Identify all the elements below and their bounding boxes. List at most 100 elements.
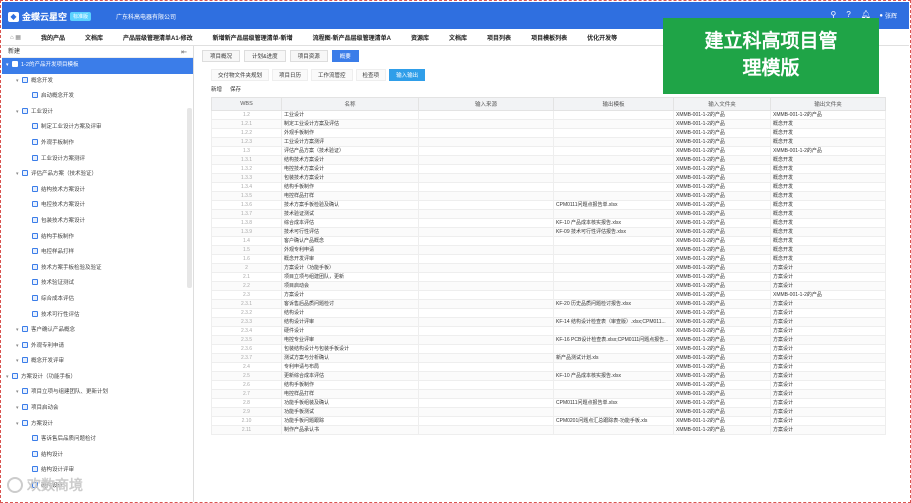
table-row[interactable]: 1.3.4 结构手板制作 XMMB-001-1-2的产品 概念开发 <box>211 182 886 192</box>
table-cell[interactable]: 方案设计 <box>770 407 886 417</box>
tree-item[interactable]: ▾ 外观专利申请 <box>2 339 193 355</box>
table-cell[interactable] <box>418 425 554 435</box>
table-row[interactable]: 1.2.3 工业设计方案测评 XMMB-001-1-2的产品 概念开发 <box>211 137 886 147</box>
tree-item[interactable]: 电控样品打样 <box>2 245 193 261</box>
table-row[interactable]: 2.3.1 客诉售后品质问题检讨 KF-20 历史品质问题检讨报告.xlsx XMMB… <box>211 299 886 309</box>
table-cell[interactable]: 1.5 <box>211 245 282 255</box>
table-cell[interactable]: 1.3 <box>211 146 282 156</box>
table-row[interactable]: 1.4 客户确认产品概念 XMMB-001-1-2的产品 概念开发 <box>211 236 886 246</box>
table-cell[interactable] <box>418 236 554 246</box>
table-cell[interactable]: 方案设计 <box>281 290 419 300</box>
table-cell[interactable] <box>553 146 674 156</box>
tab-primary[interactable]: 概要 <box>331 50 359 62</box>
table-cell[interactable]: XMMB-001-1-2的产品 <box>673 326 771 336</box>
table-cell[interactable] <box>553 236 674 246</box>
table-cell[interactable]: 评估产品方案（技术验证） <box>281 146 419 156</box>
table-cell[interactable]: 1.2.2 <box>211 128 282 138</box>
table-cell[interactable]: 电控样品打样 <box>281 389 419 399</box>
table-cell[interactable] <box>418 272 554 282</box>
tab-secondary[interactable]: 检查项 <box>355 69 387 81</box>
table-cell[interactable]: 测试方案与分析确认 <box>281 353 419 363</box>
table-row[interactable]: 1.3.5 电控样品打样 XMMB-001-1-2的产品 概念开发 <box>211 191 886 201</box>
table-cell[interactable]: 1.3.8 <box>211 218 282 228</box>
table-cell[interactable]: 2.3.5 <box>211 335 282 345</box>
table-cell[interactable]: XMMB-001-1-2的产品 <box>673 227 771 237</box>
table-cell[interactable]: 电控样品打样 <box>281 191 419 201</box>
table-cell[interactable] <box>418 398 554 408</box>
table-cell[interactable]: XMMB-001-1-2的产品 <box>673 425 771 435</box>
table-cell[interactable]: 结构设计评审 <box>281 317 419 327</box>
table-row[interactable]: 1.5 外观专利申请 XMMB-001-1-2的产品 概念开发 <box>211 245 886 255</box>
table-row[interactable]: 1.3.2 电控技术方案设计 XMMB-001-1-2的产品 概念开发 <box>211 164 886 174</box>
tree-item[interactable]: ▾ 工业设计 <box>2 105 193 121</box>
table-cell[interactable]: 2.3.4 <box>211 326 282 336</box>
table-cell[interactable] <box>418 335 554 345</box>
table-cell[interactable]: XMMB-001-1-2的产品 <box>673 380 771 390</box>
tree-item[interactable]: ▾ 概念开发 <box>2 74 193 90</box>
column-header[interactable]: WBS <box>211 97 282 111</box>
table-cell[interactable] <box>418 182 554 192</box>
table-cell[interactable] <box>418 362 554 372</box>
table-cell[interactable]: 包装技术方案设计 <box>281 173 419 183</box>
table-cell[interactable]: XMMB-001-1-2的产品 <box>673 200 771 210</box>
table-cell[interactable]: XMMB-001-1-2的产品 <box>673 290 771 300</box>
table-cell[interactable]: KF-16 PCB设计检查表.xlsx;CPM0111问题点报告... <box>553 335 674 345</box>
table-cell[interactable]: 2.3.7 <box>211 353 282 363</box>
table-cell[interactable]: XMMB-001-1-2的产品 <box>673 209 771 219</box>
table-cell[interactable]: XMMB-001-1-2的产品 <box>673 416 771 426</box>
menu-item[interactable]: 新增新产品层级管理清单-新增 <box>213 33 293 42</box>
table-cell[interactable] <box>553 389 674 399</box>
table-cell[interactable]: 概念开发 <box>770 245 886 255</box>
user-menu[interactable]: ● 张辉 <box>879 11 897 21</box>
table-cell[interactable]: XMMB-001-1-2的产品 <box>673 344 771 354</box>
table-cell[interactable] <box>418 407 554 417</box>
table-cell[interactable]: 2.10 <box>211 416 282 426</box>
table-cell[interactable] <box>418 155 554 165</box>
table-cell[interactable]: 1.3.5 <box>211 191 282 201</box>
column-header[interactable]: 输出模板 <box>553 97 674 111</box>
table-cell[interactable] <box>553 425 674 435</box>
table-cell[interactable]: XMMB-001-1-2的产品 <box>673 128 771 138</box>
menu-item[interactable]: 项目列表 <box>487 33 511 42</box>
table-cell[interactable] <box>418 173 554 183</box>
tree-item[interactable]: 综合成本评估 <box>2 292 193 308</box>
table-cell[interactable]: 技术可行性评估 <box>281 227 419 237</box>
table-cell[interactable]: XMMB-001-1-2的产品 <box>673 389 771 399</box>
tree-item[interactable]: ▾ 评估产品方案（技术验证） <box>2 167 193 183</box>
app-logo[interactable]: ◆ 金蝶云星空 标准版 <box>8 10 92 23</box>
table-cell[interactable] <box>418 137 554 147</box>
table-cell[interactable] <box>553 209 674 219</box>
tab-secondary[interactable]: 输入输出 <box>389 69 426 81</box>
table-cell[interactable]: 概念开发 <box>770 182 886 192</box>
table-row[interactable]: 2.3 方案设计 XMMB-001-1-2的产品 XMMB-001-1-2的产品 <box>211 290 886 300</box>
table-cell[interactable]: 新产品测试计划.xls <box>553 353 674 363</box>
table-cell[interactable]: 概念开发 <box>770 191 886 201</box>
table-cell[interactable]: XMMB-001-1-2的产品 <box>673 317 771 327</box>
table-cell[interactable]: 方案设计 <box>770 371 886 381</box>
tree-item[interactable]: 工业设计方案测评 <box>2 152 193 168</box>
table-cell[interactable]: 1.4 <box>211 236 282 246</box>
table-cell[interactable]: 方案设计 <box>770 380 886 390</box>
table-cell[interactable]: 2.5 <box>211 371 282 381</box>
table-cell[interactable] <box>553 182 674 192</box>
table-cell[interactable]: XMMB-001-1-2的产品 <box>673 137 771 147</box>
table-row[interactable]: 1.2 工业设计 XMMB-001-1-2的产品 XMMB-001-1-2的产品 <box>211 110 886 120</box>
table-cell[interactable]: 综合成本评估 <box>281 218 419 228</box>
table-cell[interactable]: 技术方案手板检验及确认 <box>281 200 419 210</box>
sidebar-header[interactable]: 新建 <box>2 46 193 58</box>
table-cell[interactable]: 概念开发 <box>770 173 886 183</box>
table-cell[interactable]: 2.4 <box>211 362 282 372</box>
tree-item[interactable]: ▾ 项目立项与组建团队、更新计划 <box>2 385 193 401</box>
tree-item[interactable]: 外观手板制作 <box>2 136 193 152</box>
table-cell[interactable] <box>418 110 554 120</box>
menu-item[interactable]: 流程图-新产品层级管理清单A <box>313 33 391 42</box>
table-cell[interactable]: 2.3.3 <box>211 317 282 327</box>
table-cell[interactable]: 2.3.1 <box>211 299 282 309</box>
table-cell[interactable] <box>553 119 674 129</box>
table-cell[interactable] <box>418 218 554 228</box>
table-cell[interactable]: XMMB-001-1-2的产品 <box>673 191 771 201</box>
table-cell[interactable]: 技术验证测试 <box>281 209 419 219</box>
tab-secondary[interactable]: 项目日历 <box>272 69 309 81</box>
table-cell[interactable]: 硬件设计 <box>281 326 419 336</box>
table-cell[interactable]: 结构手板制作 <box>281 380 419 390</box>
